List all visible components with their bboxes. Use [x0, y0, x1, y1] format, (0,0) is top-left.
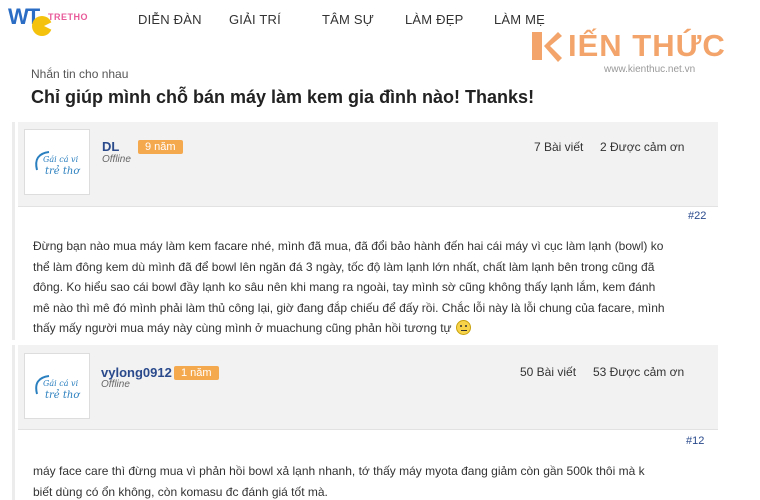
post-edge: [12, 345, 15, 500]
online-status: Offline: [101, 379, 130, 390]
post-divider: [18, 206, 718, 207]
avatar[interactable]: Gái cá vi trẻ thơ: [24, 353, 90, 419]
nav-lam-me[interactable]: LÀM MẸ: [494, 12, 545, 27]
nav-dien-dan[interactable]: DIỄN ĐÀN: [138, 12, 202, 27]
svg-text:Gái cá vi: Gái cá vi: [43, 155, 79, 164]
post-line: thể làm đông kem dù mình đã để bowl lên …: [33, 259, 655, 274]
nav-giai-tri[interactable]: GIẢI TRÍ: [229, 12, 281, 27]
kienthuc-watermark: IẾN THỨC www.kienthuc.net.vn: [528, 28, 738, 78]
nav-tam-su[interactable]: TÂM SỰ: [322, 12, 374, 27]
post-content: Đừng bạn nào mua máy làm kem facare nhé,…: [33, 236, 703, 339]
page-title: Chỉ giúp mình chỗ bán máy làm kem gia đì…: [31, 87, 535, 107]
svg-text:Gái cá vi: Gái cá vi: [43, 379, 79, 388]
avatar-logo-icon: Gái cá vi trẻ thơ: [35, 151, 80, 177]
kienthuc-logo-icon: [532, 32, 562, 62]
post-line-text: thấy mấy người mua máy này cùng mình ở m…: [33, 321, 452, 335]
thanks-count: 2 Được cảm ơn: [600, 140, 685, 154]
svg-text:trẻ thơ: trẻ thơ: [45, 390, 80, 401]
svg-text:trẻ thơ: trẻ thơ: [45, 166, 80, 177]
avatar[interactable]: Gái cá vi trẻ thơ: [24, 129, 90, 195]
post-line: máy face care thì đừng mua vì phản hồi b…: [33, 464, 645, 478]
site-logo[interactable]: WT TRETHO: [6, 2, 100, 38]
breadcrumb[interactable]: Nhắn tin cho nhau: [31, 67, 128, 81]
logo-subtext: TRETHO: [48, 12, 88, 22]
thanks-count: 53 Được cảm ơn: [593, 365, 685, 379]
watermark-url: www.kienthuc.net.vn: [604, 64, 696, 75]
post-divider: [18, 429, 718, 430]
username[interactable]: vylong0912: [101, 365, 172, 380]
post-line: mê nào thì mê đó mình phải làm thủ công …: [33, 300, 665, 315]
avatar-logo-icon: Gái cá vi trẻ thơ: [35, 375, 80, 401]
smiley-icon: [455, 320, 471, 335]
post-number[interactable]: #22: [688, 210, 706, 222]
username[interactable]: DL: [102, 139, 119, 154]
nav-lam-dep[interactable]: LÀM ĐẸP: [405, 12, 463, 27]
online-status: Offline: [102, 154, 131, 165]
member-age-badge: 9 năm: [138, 140, 183, 154]
post-number[interactable]: #12: [686, 435, 704, 447]
member-age-badge: 1 năm: [174, 366, 219, 380]
post-edge: [12, 122, 15, 340]
post-line: đông. Ko hiểu sao cái bowl đầy lạnh ko s…: [33, 280, 656, 294]
post-count: 7 Bài viết: [534, 140, 584, 154]
post-line: biết dùng có ổn không, còn komasu đc đán…: [33, 484, 328, 499]
post-content: máy face care thì đừng mua vì phản hồi b…: [33, 461, 703, 500]
post-line: Đừng bạn nào mua máy làm kem facare nhé,…: [33, 239, 664, 253]
watermark-text: IẾN THỨC: [568, 28, 726, 63]
post-line: thấy mấy người mua máy này cùng mình ở m…: [33, 318, 703, 339]
post-count: 50 Bài viết: [520, 365, 577, 379]
